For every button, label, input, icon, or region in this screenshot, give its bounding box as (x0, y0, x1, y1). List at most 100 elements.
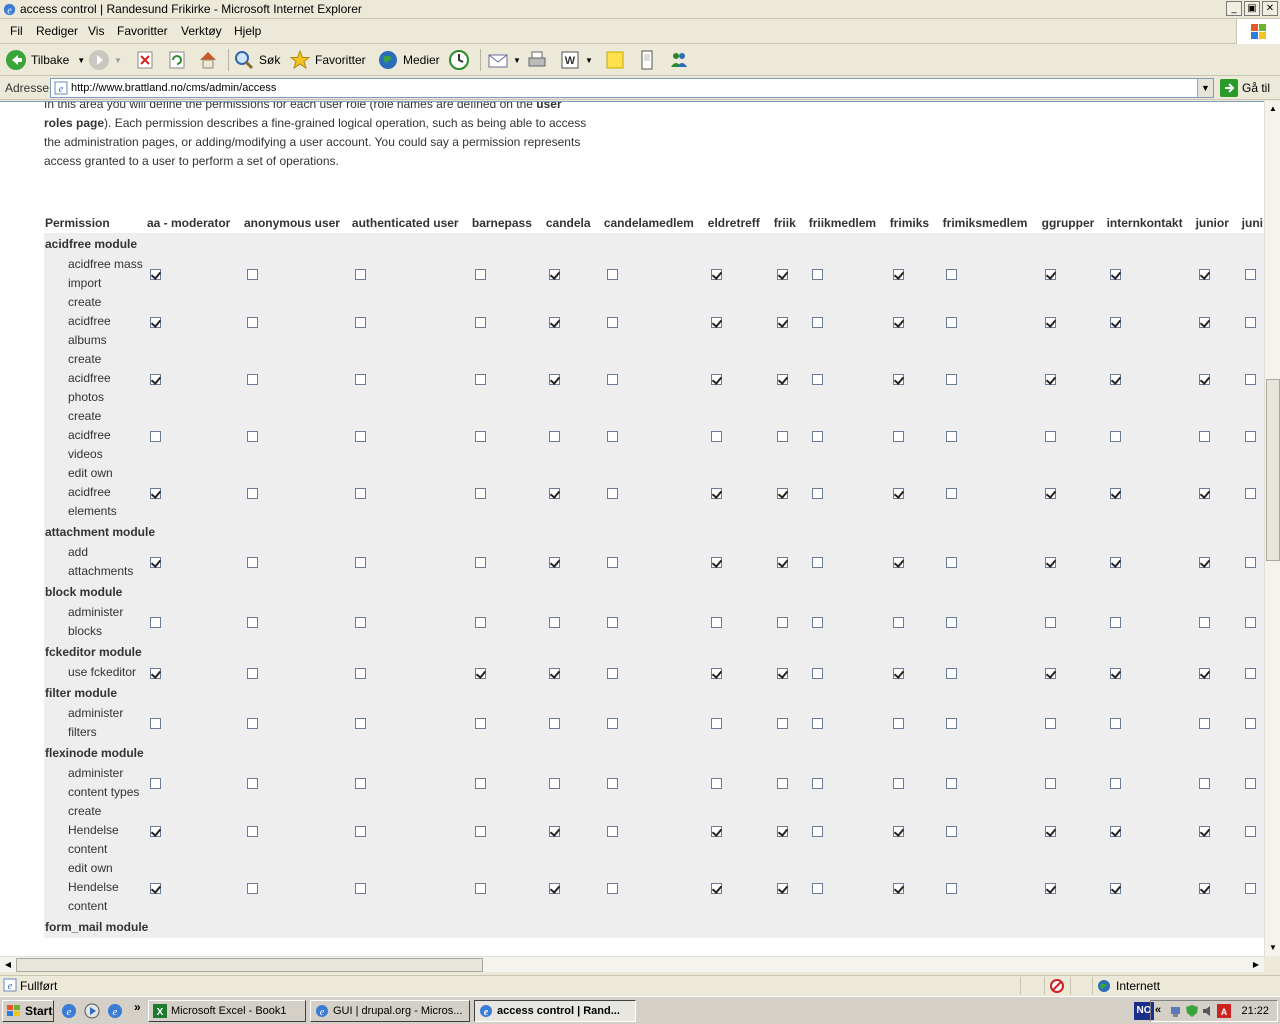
media-button[interactable]: Medier (377, 48, 440, 72)
permission-checkbox[interactable] (354, 882, 366, 894)
start-button[interactable]: Start (2, 1000, 54, 1022)
permission-checkbox[interactable] (474, 430, 486, 442)
permission-checkbox[interactable] (1044, 373, 1056, 385)
permission-checkbox[interactable] (149, 316, 161, 328)
tray-shield-icon[interactable] (1185, 1004, 1199, 1018)
permission-checkbox[interactable] (776, 430, 788, 442)
permission-checkbox[interactable] (149, 430, 161, 442)
permission-checkbox[interactable] (945, 487, 957, 499)
permission-checkbox[interactable] (945, 269, 957, 281)
quicklaunch-media-player-icon[interactable] (84, 1003, 100, 1019)
edit-dropdown-icon[interactable]: ▼ (585, 56, 593, 65)
permission-checkbox[interactable] (354, 667, 366, 679)
address-dropdown-icon[interactable]: ▼ (1197, 79, 1213, 97)
menu-view[interactable]: Vis (88, 24, 104, 38)
permission-checkbox[interactable] (1109, 825, 1121, 837)
permission-checkbox[interactable] (776, 882, 788, 894)
permission-checkbox[interactable] (548, 557, 560, 569)
permission-checkbox[interactable] (1198, 617, 1210, 629)
horizontal-scroll-thumb[interactable] (16, 958, 483, 972)
permission-checkbox[interactable] (892, 430, 904, 442)
permission-checkbox[interactable] (892, 316, 904, 328)
permission-checkbox[interactable] (1244, 617, 1256, 629)
permission-checkbox[interactable] (1109, 882, 1121, 894)
quicklaunch-ie2-icon[interactable]: e (107, 1003, 123, 1019)
permission-checkbox[interactable] (811, 269, 823, 281)
permission-checkbox[interactable] (354, 825, 366, 837)
permission-checkbox[interactable] (1244, 373, 1256, 385)
permission-checkbox[interactable] (246, 373, 258, 385)
permission-checkbox[interactable] (945, 718, 957, 730)
permission-checkbox[interactable] (892, 825, 904, 837)
permission-checkbox[interactable] (892, 617, 904, 629)
permission-checkbox[interactable] (474, 557, 486, 569)
permission-checkbox[interactable] (246, 882, 258, 894)
permission-checkbox[interactable] (892, 882, 904, 894)
refresh-button[interactable] (166, 48, 188, 72)
permission-checkbox[interactable] (246, 825, 258, 837)
permission-checkbox[interactable] (606, 718, 618, 730)
permission-checkbox[interactable] (1198, 557, 1210, 569)
permission-checkbox[interactable] (710, 269, 722, 281)
permission-checkbox[interactable] (474, 316, 486, 328)
permission-checkbox[interactable] (149, 778, 161, 790)
permission-checkbox[interactable] (1109, 557, 1121, 569)
permission-checkbox[interactable] (548, 316, 560, 328)
permission-checkbox[interactable] (892, 667, 904, 679)
permission-checkbox[interactable] (776, 269, 788, 281)
permission-checkbox[interactable] (246, 269, 258, 281)
permission-checkbox[interactable] (811, 778, 823, 790)
permission-checkbox[interactable] (892, 718, 904, 730)
permission-checkbox[interactable] (1109, 430, 1121, 442)
permission-checkbox[interactable] (776, 825, 788, 837)
permission-checkbox[interactable] (548, 269, 560, 281)
permission-checkbox[interactable] (548, 487, 560, 499)
permission-checkbox[interactable] (606, 617, 618, 629)
mail-button[interactable]: ▼ (487, 48, 521, 72)
scroll-down-icon[interactable]: ▼ (1265, 940, 1280, 956)
permission-checkbox[interactable] (246, 487, 258, 499)
permission-checkbox[interactable] (1044, 667, 1056, 679)
tray-expand-icon[interactable]: « (1155, 1004, 1161, 1016)
permission-checkbox[interactable] (548, 667, 560, 679)
scroll-up-icon[interactable]: ▲ (1265, 101, 1280, 117)
permission-checkbox[interactable] (606, 825, 618, 837)
permission-checkbox[interactable] (1044, 557, 1056, 569)
permission-checkbox[interactable] (1198, 373, 1210, 385)
permission-checkbox[interactable] (1244, 778, 1256, 790)
task-excel[interactable]: X Microsoft Excel - Book1 (148, 1000, 306, 1022)
permission-checkbox[interactable] (1109, 718, 1121, 730)
permission-checkbox[interactable] (1244, 269, 1256, 281)
home-button[interactable] (197, 48, 219, 72)
stop-button[interactable] (134, 48, 156, 72)
messenger-button[interactable] (636, 48, 658, 72)
permission-checkbox[interactable] (710, 487, 722, 499)
permission-checkbox[interactable] (776, 617, 788, 629)
permission-checkbox[interactable] (354, 373, 366, 385)
permission-checkbox[interactable] (354, 487, 366, 499)
permission-checkbox[interactable] (811, 667, 823, 679)
permission-checkbox[interactable] (474, 269, 486, 281)
menu-favorites[interactable]: Favoritter (117, 24, 168, 38)
permission-checkbox[interactable] (1044, 487, 1056, 499)
permission-checkbox[interactable] (945, 557, 957, 569)
permission-checkbox[interactable] (1198, 825, 1210, 837)
permission-checkbox[interactable] (548, 373, 560, 385)
permission-checkbox[interactable] (354, 617, 366, 629)
quicklaunch-more-icon[interactable]: » (134, 1000, 141, 1014)
permission-checkbox[interactable] (811, 825, 823, 837)
permission-checkbox[interactable] (548, 718, 560, 730)
permission-checkbox[interactable] (1198, 667, 1210, 679)
network-icon[interactable] (1169, 1004, 1183, 1018)
permission-checkbox[interactable] (1044, 269, 1056, 281)
horizontal-scrollbar[interactable]: ◀ ▶ (0, 956, 1264, 972)
permission-checkbox[interactable] (892, 269, 904, 281)
permission-checkbox[interactable] (1109, 269, 1121, 281)
permission-checkbox[interactable] (710, 373, 722, 385)
msn-button[interactable] (668, 48, 690, 72)
permission-checkbox[interactable] (354, 718, 366, 730)
print-button[interactable] (526, 48, 548, 72)
vertical-scrollbar[interactable]: ▲ ▼ (1264, 101, 1280, 956)
forward-button[interactable]: ▼ (88, 48, 122, 72)
go-button[interactable]: Gå til (1220, 78, 1270, 98)
